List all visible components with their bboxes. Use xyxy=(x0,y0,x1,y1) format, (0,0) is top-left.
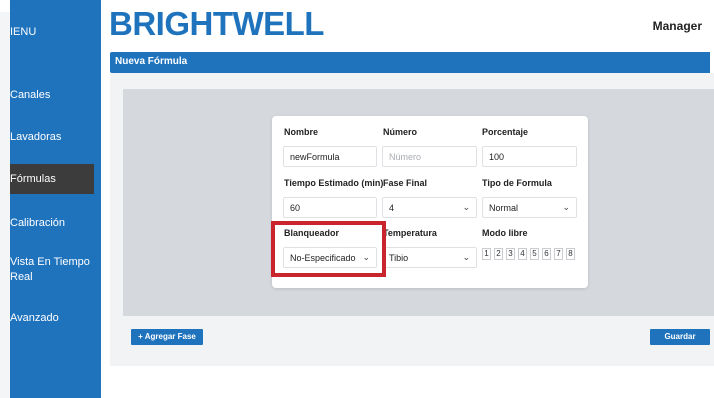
tipo-label: Tipo de Formula xyxy=(482,178,552,188)
modo-libre-option-6[interactable]: 6 xyxy=(542,248,551,260)
numero-label: Número xyxy=(383,127,418,137)
chevron-down-icon: ⌄ xyxy=(462,252,470,262)
sidebar-item-label-line2: Real xyxy=(10,271,33,283)
sidebar-edge xyxy=(0,12,10,398)
tipo-select[interactable]: Normal ⌄ xyxy=(482,197,577,218)
sidebar-item-calibracion[interactable]: Calibración xyxy=(10,216,94,231)
sidebar-item-formulas[interactable]: Fórmulas xyxy=(10,164,94,194)
nombre-input[interactable]: newFormula xyxy=(283,146,377,167)
porcentaje-label: Porcentaje xyxy=(482,127,529,137)
fase-final-select[interactable]: 4 ⌄ xyxy=(382,197,477,218)
modo-libre-option-5[interactable]: 5 xyxy=(530,248,539,260)
modo-libre-option-4[interactable]: 4 xyxy=(518,248,527,260)
sidebar-item-label-line1: Vista En Tiempo xyxy=(10,256,90,268)
porcentaje-input[interactable]: 100 xyxy=(482,146,577,167)
modo-libre-option-7[interactable]: 7 xyxy=(554,248,563,260)
menu-label: IENU xyxy=(10,26,37,38)
tipo-value: Normal xyxy=(489,203,519,213)
user-label[interactable]: Manager xyxy=(653,19,702,33)
modo-libre-option-3[interactable]: 3 xyxy=(506,248,515,260)
chevron-down-icon: ⌄ xyxy=(562,202,570,212)
add-phase-button[interactable]: + Agregar Fase xyxy=(131,329,203,345)
modo-libre-option-1[interactable]: 1 xyxy=(482,248,491,260)
tiempo-label: Tiempo Estimado (min) xyxy=(284,178,384,188)
sidebar-item-lavadoras[interactable]: Lavadoras xyxy=(10,130,94,145)
temperatura-value: Tibio xyxy=(389,253,409,263)
brand-logo: BRIGHTWELL xyxy=(109,5,324,42)
temperatura-select[interactable]: Tibio ⌄ xyxy=(382,247,477,268)
modo-libre-option-8[interactable]: 8 xyxy=(566,248,575,260)
modo-libre-option-2[interactable]: 2 xyxy=(494,248,503,260)
highlight-box xyxy=(271,221,386,277)
section-title: Nueva Fórmula xyxy=(115,56,188,67)
sidebar-item-canales[interactable]: Canales xyxy=(10,88,94,103)
sidebar-item-avanzado[interactable]: Avanzado xyxy=(10,311,94,326)
save-button[interactable]: Guardar xyxy=(650,329,710,345)
nombre-label: Nombre xyxy=(284,127,319,137)
section-header: Nueva Fórmula xyxy=(110,52,710,73)
sidebar-item-vista-en-tiempo-real[interactable]: Vista En Tiempo Real xyxy=(10,255,94,285)
modo-libre-label: Modo libre xyxy=(482,228,528,238)
sidebar: IENU Canales Lavadoras Fórmulas Calibrac… xyxy=(0,0,101,398)
fase-final-value: 4 xyxy=(389,203,395,213)
chevron-down-icon: ⌄ xyxy=(462,202,470,212)
fase-final-label: Fase Final xyxy=(383,178,428,188)
numero-input[interactable]: Número xyxy=(382,146,477,167)
sidebar-edge-top xyxy=(0,0,10,12)
tiempo-input[interactable]: 60 xyxy=(283,197,377,218)
temperatura-label: Temperatura xyxy=(383,228,437,238)
